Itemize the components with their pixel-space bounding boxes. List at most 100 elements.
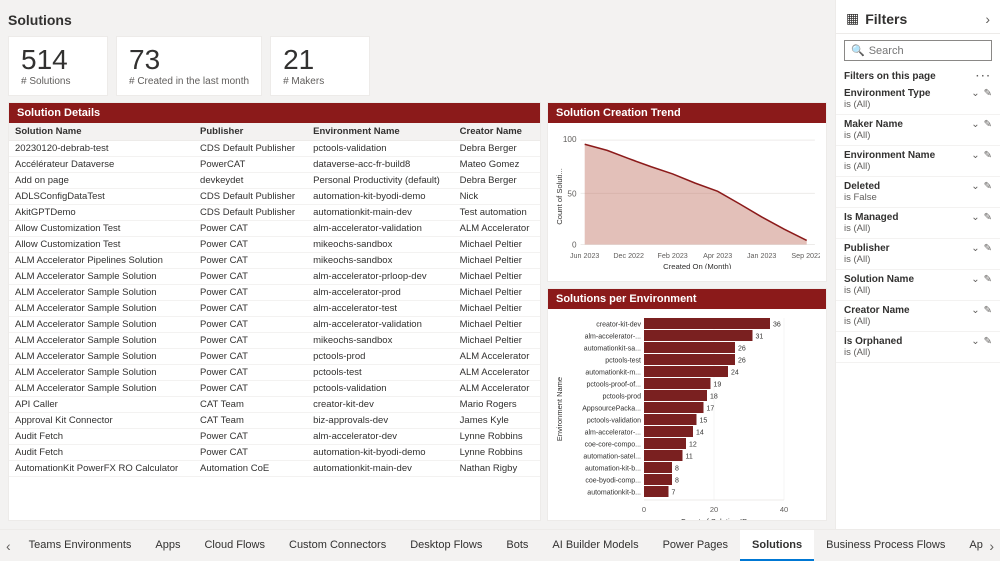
table-cell: Nathan Rigby: [454, 460, 540, 476]
filter-item-header: Solution Name ⌄ ✎: [844, 274, 992, 285]
table-cell: Power CAT: [194, 300, 307, 316]
svg-text:8: 8: [675, 465, 679, 472]
table-row[interactable]: ALM Accelerator Sample SolutionPower CAT…: [9, 316, 540, 332]
table-row[interactable]: AkitGPTDemoCDS Default Publisherautomati…: [9, 204, 540, 220]
filter-item[interactable]: Is Orphaned ⌄ ✎ is (All): [836, 332, 1000, 363]
chevron-down-icon[interactable]: ⌄: [971, 88, 979, 99]
table-cell: Power CAT: [194, 348, 307, 364]
svg-text:36: 36: [773, 321, 781, 328]
filter-item[interactable]: Publisher ⌄ ✎ is (All): [836, 239, 1000, 270]
table-cell: automationkit-main-dev: [307, 204, 454, 220]
table-row[interactable]: Accélérateur DataversePowerCATdataverse-…: [9, 156, 540, 172]
tab-item-business-process-flows[interactable]: Business Process Flows: [814, 530, 957, 561]
svg-text:7: 7: [672, 489, 676, 496]
table-container[interactable]: Solution Name Publisher Environment Name…: [9, 123, 540, 520]
filter-item-value: is (All): [844, 316, 992, 327]
table-row[interactable]: ALM Accelerator Sample SolutionPower CAT…: [9, 364, 540, 380]
table-row[interactable]: Audit FetchPower CATautomation-kit-byodi…: [9, 444, 540, 460]
table-cell: Automation CoE: [194, 460, 307, 476]
kpi-row: 514 # Solutions 73 # Created in the last…: [8, 36, 827, 96]
filter-item-value: is (All): [844, 347, 992, 358]
chevron-down-icon[interactable]: ⌄: [971, 336, 979, 347]
table-row[interactable]: ALM Accelerator Sample SolutionPower CAT…: [9, 268, 540, 284]
table-row[interactable]: Audit FetchPower CATalm-accelerator-devL…: [9, 428, 540, 444]
svg-text:15: 15: [700, 417, 708, 424]
table-cell: alm-accelerator-test: [307, 300, 454, 316]
edit-icon[interactable]: ✎: [984, 243, 992, 254]
filter-search-input[interactable]: [869, 45, 985, 57]
filter-item[interactable]: Solution Name ⌄ ✎ is (All): [836, 270, 1000, 301]
svg-text:Count of Solution ID: Count of Solution ID: [680, 517, 748, 520]
kpi-solutions-label: # Solutions: [21, 76, 95, 87]
table-row[interactable]: Allow Customization TestPower CATmikeoch…: [9, 236, 540, 252]
table-cell: Power CAT: [194, 220, 307, 236]
table-cell: ALM Accelerator Sample Solution: [9, 284, 194, 300]
filter-item-name: Is Managed: [844, 212, 898, 223]
table-row[interactable]: ALM Accelerator Sample SolutionPower CAT…: [9, 300, 540, 316]
tab-item-solutions[interactable]: Solutions: [740, 530, 814, 561]
table-row[interactable]: ALM Accelerator Sample SolutionPower CAT…: [9, 332, 540, 348]
filter-search-box[interactable]: 🔍: [844, 40, 992, 61]
table-row[interactable]: ALM Accelerator Sample SolutionPower CAT…: [9, 380, 540, 396]
table-cell: Power CAT: [194, 332, 307, 348]
filter-item[interactable]: Is Managed ⌄ ✎ is (All): [836, 208, 1000, 239]
edit-icon[interactable]: ✎: [984, 336, 992, 347]
svg-text:Count of Soluti...: Count of Soluti...: [555, 168, 564, 225]
filter-item-value: is (All): [844, 285, 992, 296]
tab-item-apps[interactable]: Apps: [143, 530, 192, 561]
table-cell: Mateo Gomez: [454, 156, 540, 172]
kpi-makers-number: 21: [283, 45, 357, 76]
chevron-down-icon[interactable]: ⌄: [971, 150, 979, 161]
tab-item-cloud-flows[interactable]: Cloud Flows: [192, 530, 277, 561]
table-row[interactable]: AutomationKit PowerFX RO CalculatorAutom…: [9, 460, 540, 476]
edit-icon[interactable]: ✎: [984, 274, 992, 285]
tab-item-custom-connectors[interactable]: Custom Connectors: [277, 530, 398, 561]
filters-on-page-menu[interactable]: ···: [976, 71, 992, 82]
filter-item[interactable]: Creator Name ⌄ ✎ is (All): [836, 301, 1000, 332]
tab-item-teams-environments[interactable]: Teams Environments: [17, 530, 144, 561]
edit-icon[interactable]: ✎: [984, 150, 992, 161]
edit-icon[interactable]: ✎: [984, 119, 992, 130]
tab-item-ai-builder-models[interactable]: AI Builder Models: [540, 530, 650, 561]
filters-close-button[interactable]: ›: [985, 11, 990, 27]
edit-icon[interactable]: ✎: [984, 305, 992, 316]
filter-item[interactable]: Environment Type ⌄ ✎ is (All): [836, 84, 1000, 115]
table-row[interactable]: ALM Accelerator Sample SolutionPower CAT…: [9, 348, 540, 364]
svg-text:Jan 2023: Jan 2023: [747, 252, 776, 260]
tab-prev-button[interactable]: ‹: [0, 530, 17, 561]
table-cell: alm-accelerator-dev: [307, 428, 454, 444]
edit-icon[interactable]: ✎: [984, 88, 992, 99]
tab-item-bots[interactable]: Bots: [494, 530, 540, 561]
chevron-down-icon[interactable]: ⌄: [971, 243, 979, 254]
table-row[interactable]: Approval Kit ConnectorCAT Teambiz-approv…: [9, 412, 540, 428]
filter-item[interactable]: Environment Name ⌄ ✎ is (All): [836, 146, 1000, 177]
edit-icon[interactable]: ✎: [984, 181, 992, 192]
tab-item-app...[interactable]: App...: [957, 530, 983, 561]
table-row[interactable]: Allow Customization TestPower CATalm-acc…: [9, 220, 540, 236]
filter-item[interactable]: Maker Name ⌄ ✎ is (All): [836, 115, 1000, 146]
table-row[interactable]: ALM Accelerator Pipelines SolutionPower …: [9, 252, 540, 268]
table-row[interactable]: Add on pagedevkeydetPersonal Productivit…: [9, 172, 540, 188]
table-row[interactable]: 20230120-debrab-testCDS Default Publishe…: [9, 140, 540, 156]
table-row[interactable]: ADLSConfigDataTestCDS Default Publishera…: [9, 188, 540, 204]
table-cell: pctools-prod: [307, 348, 454, 364]
filter-item-header: Is Orphaned ⌄ ✎: [844, 336, 992, 347]
chevron-down-icon[interactable]: ⌄: [971, 305, 979, 316]
chevron-down-icon[interactable]: ⌄: [971, 274, 979, 285]
table-cell: Debra Berger: [454, 140, 540, 156]
tab-item-power-pages[interactable]: Power Pages: [651, 530, 740, 561]
svg-text:automationkit-b...: automationkit-b...: [587, 489, 641, 496]
chevron-down-icon[interactable]: ⌄: [971, 212, 979, 223]
tab-next-button[interactable]: ›: [983, 530, 1000, 561]
tab-item-desktop-flows[interactable]: Desktop Flows: [398, 530, 494, 561]
filter-item-icons: ⌄ ✎: [971, 274, 992, 285]
table-row[interactable]: ALM Accelerator Sample SolutionPower CAT…: [9, 284, 540, 300]
svg-text:26: 26: [738, 345, 746, 352]
edit-icon[interactable]: ✎: [984, 212, 992, 223]
chevron-down-icon[interactable]: ⌄: [971, 119, 979, 130]
chevron-down-icon[interactable]: ⌄: [971, 181, 979, 192]
table-row[interactable]: API CallerCAT Teamcreator-kit-devMario R…: [9, 396, 540, 412]
filter-item[interactable]: Deleted ⌄ ✎ is False: [836, 177, 1000, 208]
table-cell: Lynne Robbins: [454, 444, 540, 460]
svg-text:Feb 2023: Feb 2023: [658, 252, 688, 260]
